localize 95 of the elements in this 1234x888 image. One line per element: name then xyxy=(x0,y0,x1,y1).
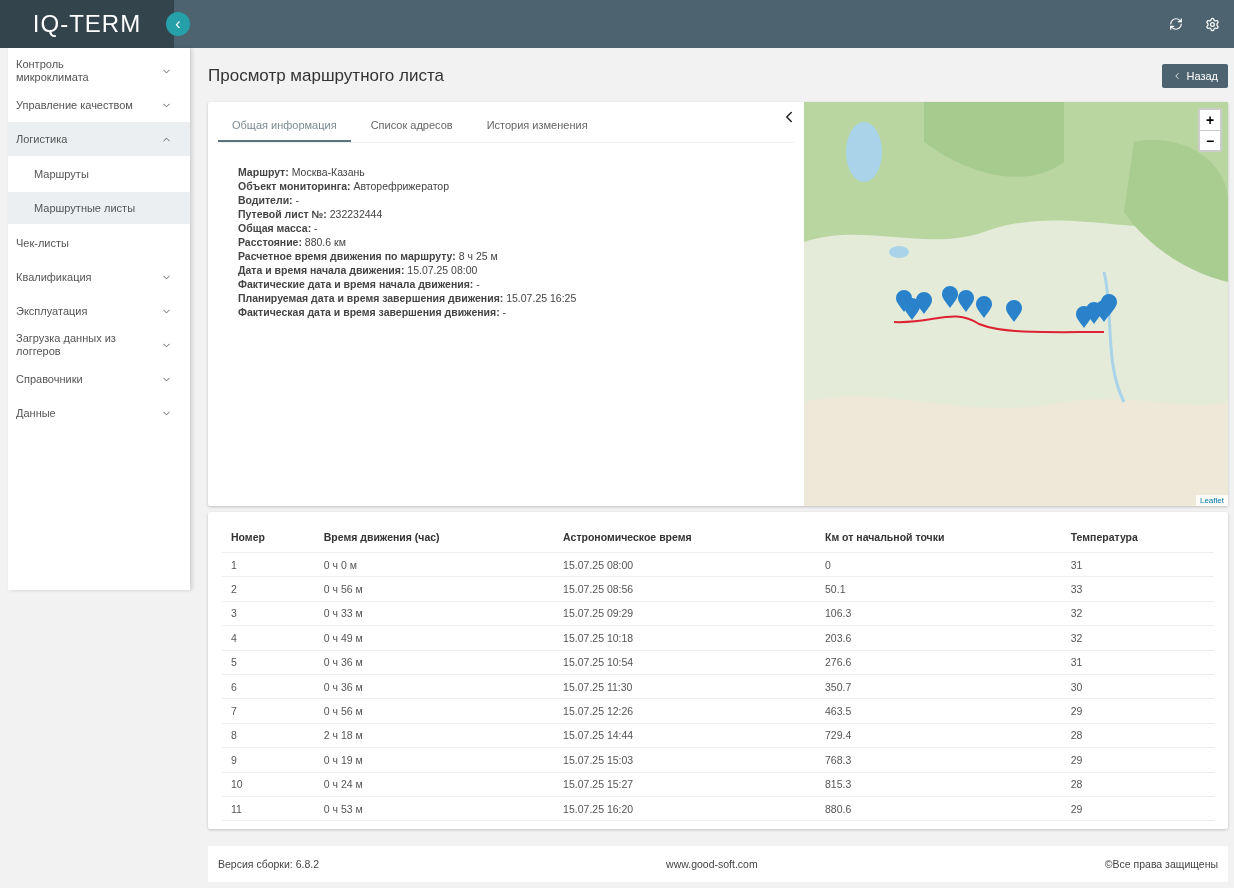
table-cell: 15.07.25 15:03 xyxy=(554,747,817,772)
table-cell: 15.07.25 10:54 xyxy=(554,650,817,675)
table-cell: 106.3 xyxy=(816,601,1062,626)
info-line: Общая масса: - xyxy=(238,221,319,235)
info-line: Расчетное время движения по маршруту: 8 ч 25 м xyxy=(238,249,499,263)
table-cell: 768.3 xyxy=(816,747,1062,772)
table-cell: 0 xyxy=(816,552,1062,577)
sidebar-subitem[interactable]: Маршруты xyxy=(8,158,190,190)
table-cell: 0 ч 19 м xyxy=(314,747,555,772)
table-cell: 29 xyxy=(1061,698,1214,724)
column-header: Температура xyxy=(1061,522,1214,553)
info-line: Планируемая дата и время завершения движения: 15.07.25 16:25 xyxy=(238,291,578,305)
info-line: Фактическая дата и время завершения движения: - xyxy=(238,305,508,319)
copyright-text: ©Все права защищены xyxy=(1104,858,1218,870)
table-cell: 880.6 xyxy=(816,796,1062,821)
info-line: Объект мониторинга: Авторефрижератор xyxy=(238,179,451,193)
table-cell: 32 xyxy=(1061,625,1214,651)
table-cell: 0 ч 33 м xyxy=(314,601,555,626)
zoom-out-button[interactable]: − xyxy=(1200,130,1220,150)
table-cell: 463.5 xyxy=(816,698,1062,724)
table-cell: 15.07.25 08:56 xyxy=(554,576,817,602)
table-cell: 11 xyxy=(222,796,315,821)
info-line: Дата и время начала движения: 15.07.25 08:00 xyxy=(238,263,479,277)
table-cell: 6 xyxy=(222,674,315,699)
info-line: Водители: - xyxy=(238,193,300,207)
table-cell: 3 xyxy=(222,601,315,626)
table-cell: 31 xyxy=(1061,650,1214,675)
column-header: Номер xyxy=(222,522,315,553)
table-cell: 9 xyxy=(222,747,315,772)
table-cell: 28 xyxy=(1061,723,1214,748)
table-cell: 28 xyxy=(1061,772,1214,797)
table-cell: 276.6 xyxy=(816,650,1062,675)
sidebar-item[interactable]: Загрузка данных из логгеров xyxy=(8,328,190,362)
table-cell: 0 ч 56 м xyxy=(314,576,555,602)
table-cell: 0 ч 49 м xyxy=(314,625,555,651)
table-cell: 2 xyxy=(222,576,315,602)
table-cell: 0 ч 53 м xyxy=(314,796,555,821)
sidebar-subitem[interactable]: Маршрутные листы xyxy=(8,192,190,224)
table-cell: 31 xyxy=(1061,552,1214,577)
table-cell: 15.07.25 09:29 xyxy=(554,601,817,626)
table-cell: 10 xyxy=(222,772,315,797)
back-button[interactable]: Назад xyxy=(1162,64,1228,88)
column-header: Км от начальной точки xyxy=(816,522,1062,553)
table-cell: 815.3 xyxy=(816,772,1062,797)
column-header: Время движения (час) xyxy=(314,522,555,553)
table-cell: 15.07.25 15:27 xyxy=(554,772,817,797)
table-cell: 0 ч 56 м xyxy=(314,698,555,724)
tab[interactable]: Общая информация xyxy=(218,110,351,142)
table-cell: 729.4 xyxy=(816,723,1062,748)
table-cell: 0 ч 24 м xyxy=(314,772,555,797)
info-line: Маршрут: Москва-Казань xyxy=(238,165,366,179)
sidebar-item[interactable]: Логистика xyxy=(8,122,190,156)
sidebar-item[interactable]: Эксплуатация xyxy=(8,294,190,328)
table-cell: 0 ч 36 м xyxy=(314,650,555,675)
table-cell: 32 xyxy=(1061,601,1214,626)
table-cell: 30 xyxy=(1061,674,1214,699)
page-title: Просмотр маршрутного листа xyxy=(208,66,444,86)
column-header: Астрономическое время xyxy=(554,522,817,553)
table-cell: 2 ч 18 м xyxy=(314,723,555,748)
table-cell: 0 ч 36 м xyxy=(314,674,555,699)
refresh-icon[interactable] xyxy=(1169,16,1183,32)
logo: IQ-TERM xyxy=(32,10,142,38)
table-cell: 350.7 xyxy=(816,674,1062,699)
table-cell: 29 xyxy=(1061,747,1214,772)
table-cell: 15.07.25 16:20 xyxy=(554,796,817,821)
sidebar-item[interactable]: Контроль микроклимата xyxy=(8,54,190,88)
sidebar-item[interactable]: Чек-листы xyxy=(8,226,190,260)
sidebar-item[interactable]: Справочники xyxy=(8,362,190,396)
tab[interactable]: История изменения xyxy=(472,110,602,142)
table-cell: 15.07.25 14:44 xyxy=(554,723,817,748)
table-cell: 4 xyxy=(222,625,315,651)
table-cell: 5 xyxy=(222,650,315,675)
sidebar-item[interactable]: Управление качеством xyxy=(8,88,190,122)
table-cell: 1 xyxy=(222,552,315,577)
sidebar-item[interactable]: Квалификация xyxy=(8,260,190,294)
site-link[interactable]: www.good-soft.com xyxy=(666,858,758,870)
table-cell: 203.6 xyxy=(816,625,1062,651)
table-cell: 33 xyxy=(1061,576,1214,602)
table-cell: 7 xyxy=(222,698,315,724)
sidebar-item[interactable]: Данные xyxy=(8,396,190,430)
tab[interactable]: Список адресов xyxy=(356,110,467,142)
table-cell: 50.1 xyxy=(816,576,1062,602)
table-cell: 0 ч 0 м xyxy=(314,552,555,577)
info-line: Расстояние: 880.6 км xyxy=(238,235,347,249)
table-cell: 15.07.25 11:30 xyxy=(554,674,817,699)
table-cell: 15.07.25 10:18 xyxy=(554,625,817,651)
info-line: Фактические дата и время начала движения: - xyxy=(238,277,481,291)
attribution-link[interactable]: Leaflet xyxy=(1195,495,1228,506)
info-line: Путевой лист №: 232232444 xyxy=(238,207,384,221)
table-cell: 29 xyxy=(1061,796,1214,821)
table-cell: 15.07.25 08:00 xyxy=(554,552,817,577)
table-cell: 15.07.25 12:26 xyxy=(554,698,817,724)
table-cell: 8 xyxy=(222,723,315,748)
settings-icon[interactable] xyxy=(1205,16,1220,32)
version-text: Версия сборки: 6.8.2 xyxy=(218,858,319,870)
